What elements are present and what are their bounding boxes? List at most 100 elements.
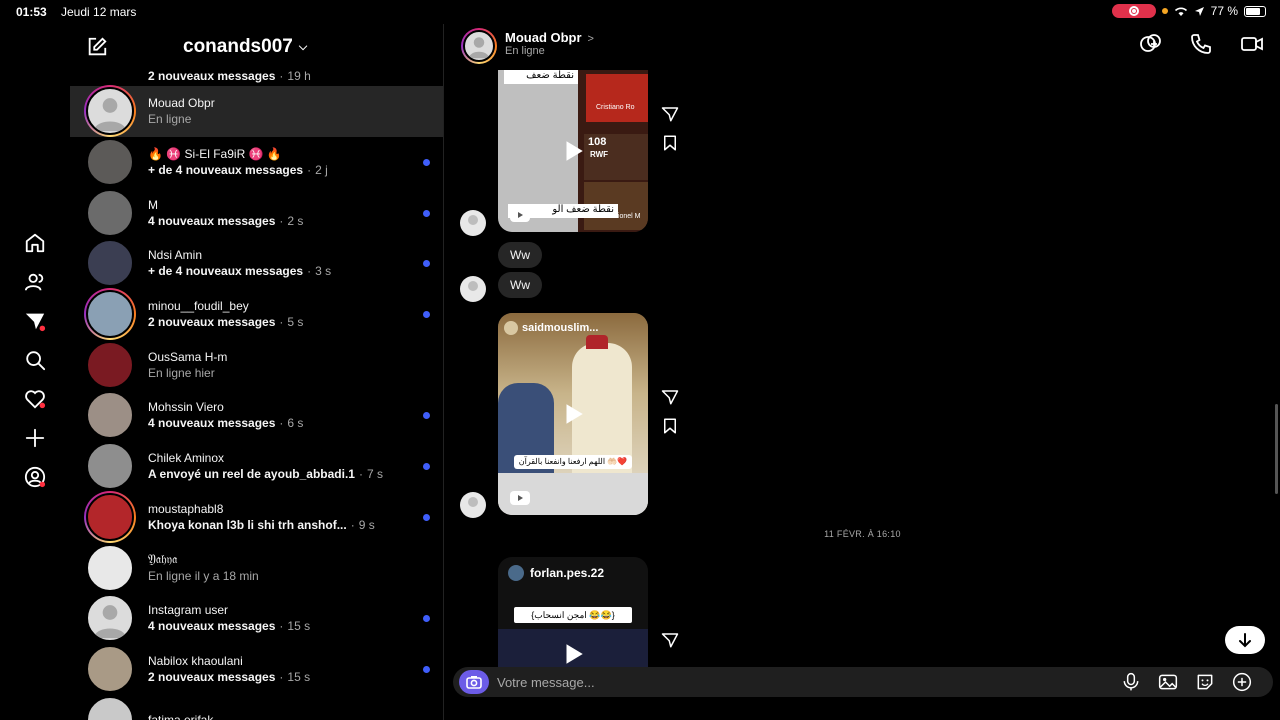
conversation-preview: 2 nouveaux messages <box>148 669 276 684</box>
bookmark-icon[interactable] <box>661 134 679 152</box>
status-date: Jeudi 12 mars <box>61 5 137 19</box>
conversation-preview: 4 nouveaux messages <box>148 619 276 634</box>
avatar-image <box>86 695 134 720</box>
chat-contact-name[interactable]: Mouad Obpr > <box>505 30 594 45</box>
conversation-list-panel: conands007 ⌵ 2 nouveaux messages · 19 h M… <box>70 24 444 720</box>
conversation-name: Chilek Aminox <box>148 451 225 466</box>
add-circle-icon[interactable] <box>1232 672 1252 692</box>
conversation-preview: Khoya konan l3b li shi trh anshof... <box>148 517 347 532</box>
conversation-item-partial[interactable]: 2 nouveaux messages · 19 h <box>70 68 443 86</box>
battery-percent: 77 % <box>1210 4 1238 18</box>
conversation-item[interactable]: Mohssin Viero 4 nouveaux messages · 6 s <box>70 390 443 441</box>
video-chat-add-icon[interactable] <box>1138 32 1162 56</box>
reel-overlay-label: Cristiano Ro <box>596 104 635 111</box>
conversation-item[interactable]: moustaphabl8 Khoya konan l3b li shi trh a… <box>70 490 443 543</box>
separator-dot: · <box>279 669 284 684</box>
conversation-item[interactable]: M4 nouveaux messages · 2 s <box>70 187 443 238</box>
nav-rail <box>0 24 70 720</box>
avatar <box>84 542 136 594</box>
separator-dot: · <box>358 467 363 482</box>
conversation-time: 2 s <box>287 213 304 228</box>
reel-caption: اللهم ارفعنا وانفعنا بالقرآن 🤲🏻❤️ <box>514 455 632 469</box>
location-arrow-icon <box>1194 6 1204 16</box>
separator-dot: · <box>307 264 312 279</box>
reel-author-name: forlan.pes.22 <box>530 566 605 580</box>
conversation-name: 🔥 ♓ Si-El Fa9iR ♓ 🔥 <box>148 147 282 162</box>
conversation-item[interactable]: fatima erifak <box>70 694 443 720</box>
unread-indicator <box>423 159 430 167</box>
unread-indicator <box>423 209 430 217</box>
conversation-name: Instagram user <box>148 603 229 618</box>
conversation-item[interactable]: OusSama H-m En ligne hier <box>70 339 443 390</box>
bookmark-icon[interactable] <box>661 417 679 435</box>
unread-indicator <box>423 513 430 521</box>
status-time: 01:53 <box>16 5 47 19</box>
search-icon[interactable] <box>22 347 48 373</box>
unread-indicator <box>423 665 430 673</box>
home-icon[interactable] <box>22 230 48 256</box>
conversation-item[interactable]: Nabilox khaoulani 2 nouveaux messages · 15 … <box>70 644 443 695</box>
scroll-to-bottom-button[interactable] <box>1225 626 1265 654</box>
avatar <box>84 490 136 543</box>
video-call-icon[interactable] <box>1240 32 1264 56</box>
message-bubble[interactable]: Ww <box>498 242 542 268</box>
sender-avatar[interactable] <box>460 492 486 518</box>
account-switcher[interactable]: conands007 ⌵ <box>183 36 307 58</box>
avatar <box>84 694 136 720</box>
shared-reel[interactable]: saidmouslim... اللهم ارفعنا وانفعنا بالق… <box>498 313 648 515</box>
avatar <box>84 440 136 492</box>
phone-icon[interactable] <box>1189 32 1213 56</box>
conversation-preview: 4 nouveaux messages <box>148 416 276 431</box>
shared-reel[interactable]: forlan.pes.22 {امجن انسحاب 😂😂} <box>498 557 648 667</box>
message-bubble[interactable]: Ww <box>498 272 542 298</box>
plus-icon[interactable] <box>22 425 48 451</box>
avatar-image <box>86 543 134 592</box>
conversation-name: Nabilox khaoulani <box>148 653 243 668</box>
reel-icon <box>510 208 530 222</box>
conversation-list: 2 nouveaux messages · 19 h Mouad Obpr En l… <box>70 68 443 720</box>
sender-avatar[interactable] <box>460 276 486 302</box>
sticker-icon[interactable] <box>1195 672 1215 692</box>
separator-dot: · <box>279 619 284 634</box>
shared-reel[interactable]: نقطة ضعف Cristiano Ro 108 RWF Lionel M ن… <box>498 70 648 232</box>
microphone-icon[interactable] <box>1121 672 1141 692</box>
share-icon[interactable] <box>661 105 679 123</box>
heart-icon[interactable] <box>22 386 48 412</box>
message-composer <box>453 667 1273 697</box>
conversation-item[interactable]: Mouad Obpr En ligne <box>70 85 443 138</box>
conversation-item[interactable]: Instagram user 4 nouveaux messages · 15 s <box>70 593 443 644</box>
message-input[interactable] <box>497 667 1097 697</box>
avatar <box>84 288 136 341</box>
conversation-preview: A envoyé un reel de ayoub_abbadi.1 <box>148 467 355 482</box>
compose-icon[interactable] <box>86 36 108 58</box>
arrow-down-icon <box>1239 633 1251 648</box>
camera-button[interactable] <box>459 670 489 694</box>
sender-avatar[interactable] <box>460 210 486 236</box>
share-icon[interactable] <box>661 631 679 649</box>
play-icon <box>566 141 583 161</box>
conversation-item[interactable]: 🔥 ♓ Si-El Fa9iR ♓ 🔥 + de 4 nouveaux messa… <box>70 137 443 188</box>
conversation-item[interactable]: Chilek Aminox A envoyé un reel de ayoub_a… <box>70 440 443 492</box>
chat-header: Mouad Obpr > En ligne <box>445 24 1280 64</box>
gallery-icon[interactable] <box>1158 672 1178 692</box>
avatar-image <box>86 138 134 187</box>
conversation-item[interactable]: 𝔜𝔞𝔥𝔶𝔞 En ligne il y a 18 min <box>70 542 443 594</box>
conversation-time: 15 s <box>287 669 311 684</box>
messages-icon[interactable] <box>22 308 48 334</box>
conversation-item[interactable]: minou__foudil_bey 2 nouveaux messages · 5 s <box>70 288 443 341</box>
conversation-name: OusSama H-m <box>148 349 228 364</box>
chat-scrollbar[interactable] <box>1275 404 1278 494</box>
play-icon <box>566 404 583 424</box>
screen-recording-icon <box>1111 4 1156 18</box>
share-icon[interactable] <box>661 388 679 406</box>
reel-author-name: saidmouslim... <box>522 322 599 334</box>
avatar-image <box>86 188 134 237</box>
reel-overlay-label: RWF <box>590 150 609 159</box>
chat-avatar[interactable] <box>461 28 497 64</box>
reel-author-avatar <box>504 321 518 335</box>
separator-dot: · <box>279 416 284 431</box>
profile-icon[interactable] <box>22 464 48 490</box>
conversation-item[interactable]: Ndsi Amin + de 4 nouveaux messages · 3 s <box>70 238 443 289</box>
conversation-time: 7 s <box>366 467 383 482</box>
people-icon[interactable] <box>22 269 48 295</box>
